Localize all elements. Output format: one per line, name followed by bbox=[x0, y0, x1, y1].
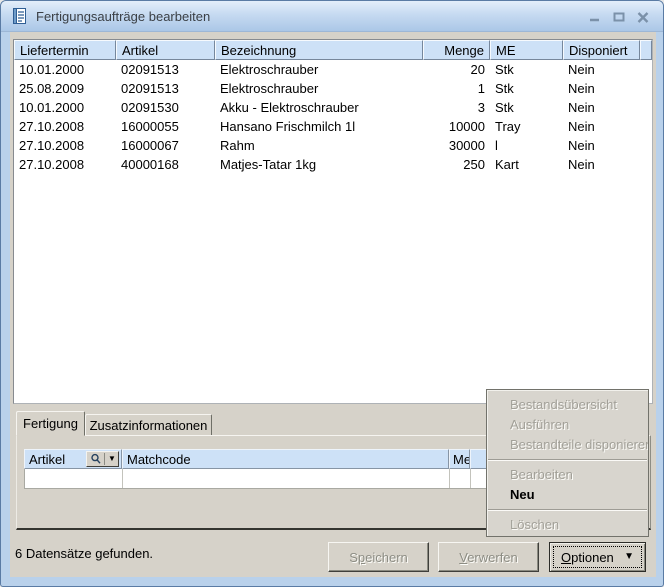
menu-separator bbox=[488, 509, 647, 511]
table-cell: Nein bbox=[563, 60, 640, 79]
table-cell: 02091513 bbox=[116, 79, 215, 98]
grid-cell-matchcode[interactable] bbox=[123, 469, 450, 488]
menu-item-neu[interactable]: Neu bbox=[487, 485, 648, 505]
table-cell: 27.10.2008 bbox=[14, 136, 116, 155]
tab-zusatzinformationen[interactable]: Zusatzinformationen bbox=[85, 414, 212, 436]
table-cell: Elektroschrauber bbox=[215, 60, 423, 79]
dropdown-arrow-icon: ▼ bbox=[624, 552, 634, 562]
menu-item-ausführen: Ausführen bbox=[487, 415, 648, 435]
app-window: Fertigungsaufträge bearbeiten Lieferterm… bbox=[0, 0, 664, 587]
table-cell: Kart bbox=[490, 155, 563, 174]
table-cell: Nein bbox=[563, 79, 640, 98]
table-cell: Nein bbox=[563, 117, 640, 136]
search-icon bbox=[87, 453, 104, 465]
table-cell: 25.08.2009 bbox=[14, 79, 116, 98]
table-cell: 02091530 bbox=[116, 98, 215, 117]
grid-column-matchcode[interactable]: Matchcode bbox=[122, 449, 449, 469]
table-cell: 10.01.2000 bbox=[14, 98, 116, 117]
table-cell: 30000 bbox=[423, 136, 490, 155]
table-cell: 10.01.2000 bbox=[14, 60, 116, 79]
options-button-focus-rectangle: Optionen ▼ bbox=[553, 546, 642, 568]
lookup-button-divider bbox=[104, 453, 105, 465]
table-cell: Stk bbox=[490, 98, 563, 117]
options-menu: BestandsübersichtAusführenBestandteile d… bbox=[486, 389, 649, 537]
table-cell: Stk bbox=[490, 79, 563, 98]
close-button[interactable] bbox=[634, 8, 651, 25]
grid-column-artikel[interactable]: Artikel ▼ bbox=[24, 449, 122, 469]
table-cell: Stk bbox=[490, 60, 563, 79]
list-body: 10.01.200002091513Elektroschrauber20StkN… bbox=[14, 60, 652, 174]
menu-item-bestandsübersicht: Bestandsübersicht bbox=[487, 395, 648, 415]
table-row[interactable]: 27.10.200816000055Hansano Frischmilch 1l… bbox=[14, 117, 652, 136]
table-cell: l bbox=[490, 136, 563, 155]
save-button[interactable]: Speichern bbox=[328, 542, 429, 572]
table-cell: 27.10.2008 bbox=[14, 117, 116, 136]
discard-button[interactable]: Verwerfen bbox=[438, 542, 539, 572]
table-cell: 27.10.2008 bbox=[14, 155, 116, 174]
column-header-disponiert[interactable]: Disponiert bbox=[563, 40, 640, 60]
table-cell: 20 bbox=[423, 60, 490, 79]
column-header-liefertermin[interactable]: Liefertermin bbox=[14, 40, 116, 60]
table-cell: 1 bbox=[423, 79, 490, 98]
grid-column-menge[interactable]: Menge bbox=[449, 449, 470, 469]
grid-cell-menge[interactable] bbox=[450, 469, 471, 488]
minimize-button[interactable] bbox=[586, 8, 603, 25]
table-cell: 16000067 bbox=[116, 136, 215, 155]
window-title: Fertigungsaufträge bearbeiten bbox=[36, 9, 210, 24]
artikel-lookup-button[interactable]: ▼ bbox=[86, 451, 119, 467]
table-row[interactable]: 10.01.200002091530Akku - Elektroschraube… bbox=[14, 98, 652, 117]
minimize-icon bbox=[588, 10, 602, 24]
maximize-button[interactable] bbox=[610, 8, 627, 25]
options-button[interactable]: Optionen ▼ bbox=[549, 542, 646, 572]
close-icon bbox=[636, 10, 650, 24]
menu-separator bbox=[488, 459, 647, 461]
table-cell: Hansano Frischmilch 1l bbox=[215, 117, 423, 136]
window-controls bbox=[586, 8, 651, 25]
table-row[interactable]: 27.10.200816000067Rahm30000lNein bbox=[14, 136, 652, 155]
table-cell: Nein bbox=[563, 136, 640, 155]
save-button-label: Speichern bbox=[349, 550, 408, 565]
options-button-label: Optionen bbox=[561, 550, 614, 565]
table-cell: Akku - Elektroschrauber bbox=[215, 98, 423, 117]
tab-fertigung[interactable]: Fertigung bbox=[16, 411, 85, 436]
table-cell: Nein bbox=[563, 155, 640, 174]
table-cell: 3 bbox=[423, 98, 490, 117]
table-row[interactable]: 27.10.200840000168Matjes-Tatar 1kg250Kar… bbox=[14, 155, 652, 174]
titlebar[interactable]: Fertigungsaufträge bearbeiten bbox=[1, 1, 664, 32]
list-header: LieferterminArtikelBezeichnungMengeMEDis… bbox=[14, 40, 652, 60]
column-header-me[interactable]: ME bbox=[490, 40, 563, 60]
table-cell: Tray bbox=[490, 117, 563, 136]
status-text: 6 Datensätze gefunden. bbox=[15, 546, 153, 561]
discard-button-label: Verwerfen bbox=[459, 550, 518, 565]
table-cell: Matjes-Tatar 1kg bbox=[215, 155, 423, 174]
table-cell: 10000 bbox=[423, 117, 490, 136]
column-header-filler bbox=[640, 40, 652, 60]
table-cell: Elektroschrauber bbox=[215, 79, 423, 98]
column-header-bezeichnung[interactable]: Bezeichnung bbox=[215, 40, 423, 60]
menu-item-löschen: Löschen bbox=[487, 515, 648, 535]
grid-cell-artikel[interactable] bbox=[25, 469, 123, 488]
orders-list: LieferterminArtikelBezeichnungMengeMEDis… bbox=[13, 39, 653, 404]
table-cell: 16000055 bbox=[116, 117, 215, 136]
table-cell: 40000168 bbox=[116, 155, 215, 174]
grid-column-artikel-label: Artikel bbox=[29, 452, 65, 467]
app-icon bbox=[11, 7, 29, 25]
table-cell: Nein bbox=[563, 98, 640, 117]
menu-item-bestandteile-disponieren: Bestandteile disponieren bbox=[487, 435, 648, 455]
column-header-artikel[interactable]: Artikel bbox=[116, 40, 215, 60]
lookup-dropdown-icon: ▼ bbox=[106, 452, 118, 466]
menu-item-bearbeiten: Bearbeiten bbox=[487, 465, 648, 485]
column-header-menge[interactable]: Menge bbox=[423, 40, 490, 60]
table-cell: 02091513 bbox=[116, 60, 215, 79]
table-cell: 250 bbox=[423, 155, 490, 174]
table-row[interactable]: 25.08.200902091513Elektroschrauber1StkNe… bbox=[14, 79, 652, 98]
maximize-icon bbox=[612, 10, 626, 24]
table-row[interactable]: 10.01.200002091513Elektroschrauber20StkN… bbox=[14, 60, 652, 79]
table-cell: Rahm bbox=[215, 136, 423, 155]
